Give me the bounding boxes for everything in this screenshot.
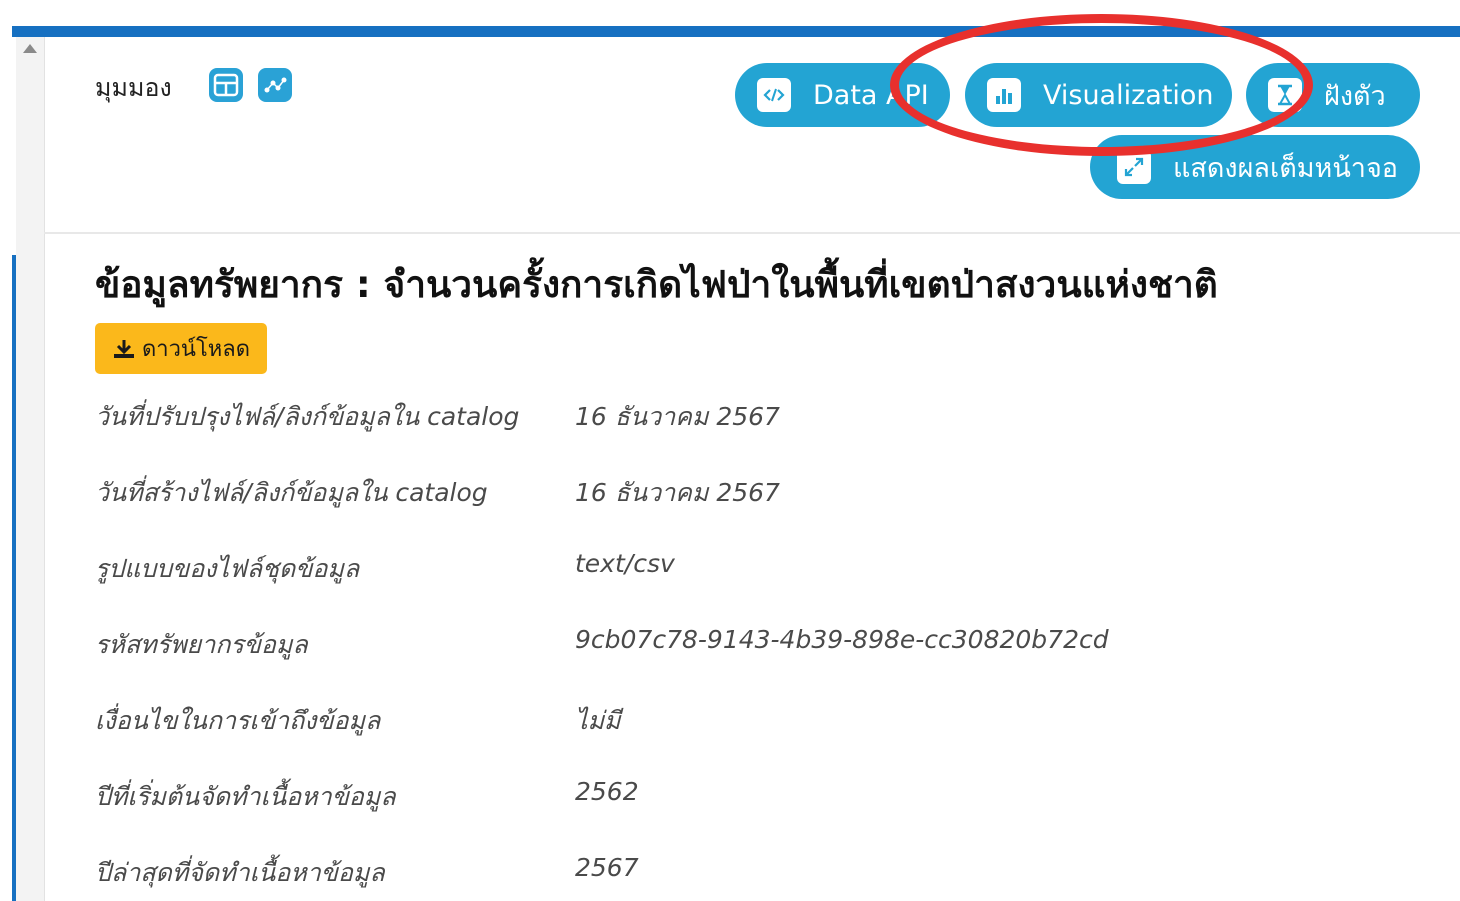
- header-divider: [44, 232, 1460, 234]
- chart-view-icon[interactable]: [258, 68, 292, 102]
- metadata-key: วันที่ปรับปรุงไฟล์/ลิงก์ข้อมูลใน catalog: [95, 402, 520, 431]
- metadata-row: เงื่อนไขในการเข้าถึงข้อมูล ไม่มี: [95, 701, 1395, 741]
- visualization-label: Visualization: [1043, 79, 1214, 111]
- metadata-value: 9cb07c78-9143-4b39-898e-cc30820b72cd: [575, 625, 1109, 654]
- metadata-value: 2562: [575, 777, 639, 806]
- scrollbar[interactable]: [16, 37, 45, 901]
- metadata-value: 16 ธันวาคม 2567: [575, 402, 780, 431]
- metadata-row: รูปแบบของไฟล์ชุดข้อมูล text/csv: [95, 549, 1395, 589]
- metadata-row: ปีที่เริ่มต้นจัดทำเนื้อหาข้อมูล 2562: [95, 777, 1395, 817]
- top-accent-bar: [12, 26, 1460, 37]
- fullscreen-button[interactable]: แสดงผลเต็มหน้าจอ: [1090, 135, 1420, 199]
- download-icon: [113, 339, 134, 358]
- download-button[interactable]: ดาวน์โหลด: [95, 323, 267, 374]
- metadata-key: วันที่สร้างไฟล์/ลิงก์ข้อมูลใน catalog: [95, 478, 488, 507]
- metadata-value: ไม่มี: [575, 706, 621, 735]
- hourglass-icon: [1268, 78, 1302, 112]
- bar-chart-icon: [987, 78, 1021, 112]
- data-api-label: Data API: [813, 79, 929, 111]
- resource-title: ข้อมูลทรัพยากร : จำนวนครั้งการเกิดไฟป่าใ…: [95, 263, 1218, 306]
- metadata-row: วันที่ปรับปรุงไฟล์/ลิงก์ข้อมูลใน catalog…: [95, 397, 1395, 437]
- embed-button[interactable]: ฝังตัว: [1246, 63, 1420, 127]
- metadata-value: 2567: [575, 853, 639, 882]
- view-label: มุมมอง: [95, 73, 172, 102]
- code-icon: [757, 78, 791, 112]
- metadata-key: ปีล่าสุดที่จัดทำเนื้อหาข้อมูล: [95, 858, 385, 887]
- metadata-key: รูปแบบของไฟล์ชุดข้อมูล: [95, 554, 360, 583]
- metadata-key: รหัสทรัพยากรข้อมูล: [95, 630, 308, 659]
- metadata-key: เงื่อนไขในการเข้าถึงข้อมูล: [95, 706, 381, 735]
- data-api-button[interactable]: Data API: [735, 63, 950, 127]
- metadata-key: ปีที่เริ่มต้นจัดทำเนื้อหาข้อมูล: [95, 782, 396, 811]
- visualization-button[interactable]: Visualization: [965, 63, 1232, 127]
- expand-icon: [1117, 150, 1151, 184]
- metadata-value: 16 ธันวาคม 2567: [575, 478, 780, 507]
- table-view-icon[interactable]: [209, 68, 243, 102]
- metadata-row: รหัสทรัพยากรข้อมูล 9cb07c78-9143-4b39-89…: [95, 625, 1395, 665]
- metadata-row: ปีล่าสุดที่จัดทำเนื้อหาข้อมูล 2567: [95, 853, 1395, 893]
- metadata-value: text/csv: [575, 549, 675, 578]
- download-label: ดาวน์โหลด: [141, 337, 251, 362]
- scroll-up-arrow-icon[interactable]: [23, 44, 37, 53]
- fullscreen-label: แสดงผลเต็มหน้าจอ: [1173, 152, 1398, 184]
- embed-label: ฝังตัว: [1324, 80, 1386, 112]
- metadata-row: วันที่สร้างไฟล์/ลิงก์ข้อมูลใน catalog 16…: [95, 473, 1395, 513]
